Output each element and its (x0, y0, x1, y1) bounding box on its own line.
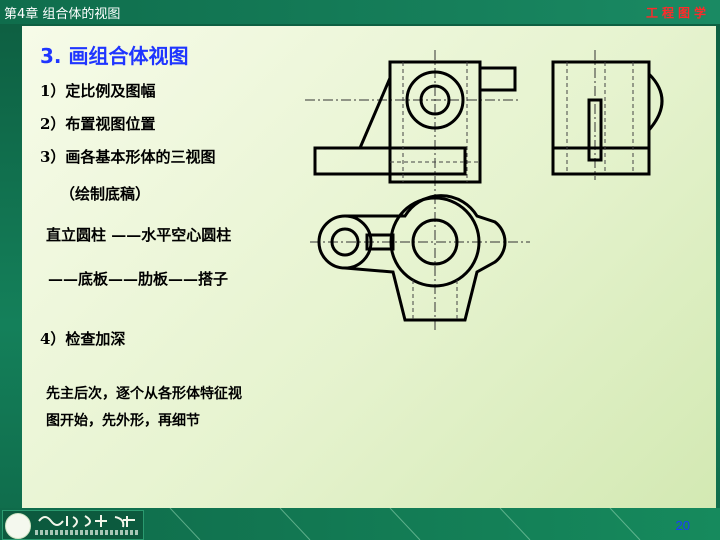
footer-bar: 20 (0, 508, 720, 540)
step-2-text: 2）布置视图位置 (40, 115, 156, 133)
three-view-drawing (305, 50, 664, 330)
step-1-text: 1）定比例及图幅 (40, 82, 156, 100)
front-view (313, 60, 517, 184)
order-line-2: ——底板——肋板——搭子 (48, 270, 229, 288)
header-bar: 第4章 组合体的视图 工程图学 (0, 0, 720, 24)
chapter-title: 第4章 组合体的视图 (4, 7, 121, 22)
step-3-text: 3）画各基本形体的三视图 (40, 148, 216, 166)
principle-line-2: 图开始，先外形，再细节 (46, 413, 200, 429)
step-4-text: 4）检查加深 (40, 330, 126, 348)
top-view (317, 194, 507, 322)
logo-subtitle-decoration (35, 530, 139, 535)
step-3-note: （绘制底稿） (60, 185, 151, 203)
university-logo (2, 510, 144, 540)
side-view (551, 60, 664, 176)
calligraphy-icon (38, 515, 135, 528)
page-number: 20 (675, 518, 690, 533)
brand-label: 工程图学 (645, 6, 710, 20)
order-line-1: 直立圆柱 ——水平空心圆柱 (46, 226, 232, 244)
footer-stripes (169, 508, 641, 540)
seal-icon (5, 513, 31, 539)
principle-line-1: 先主后次，逐个从各形体特征视 (46, 386, 242, 402)
slide-title: 3. 画组合体视图 (40, 44, 189, 68)
